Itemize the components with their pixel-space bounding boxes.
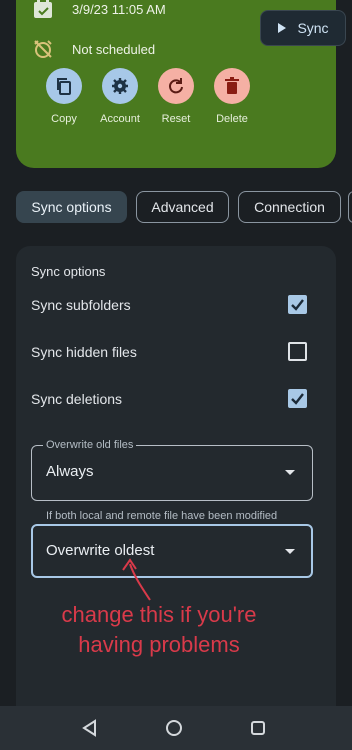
app-screen: 3/9/23 11:05 AM Not scheduled Sync Copy: [0, 0, 352, 750]
tab-bar: Sync options Advanced Connection: [0, 191, 352, 223]
tab-advanced[interactable]: Advanced: [136, 191, 229, 223]
option-sync-hidden-files: Sync hidden files: [31, 344, 137, 360]
overwrite-label: Overwrite old files: [43, 439, 137, 452]
system-nav-bar: [0, 706, 352, 750]
copy-label: Copy: [51, 113, 77, 125]
calendar-check-icon: [34, 0, 52, 18]
sync-deletions-checkbox[interactable]: [288, 389, 307, 408]
annotation-arrow: [122, 558, 151, 601]
action-row: Copy Account Reset Delete: [46, 68, 250, 125]
annotation-text: change this if you're having problems: [34, 600, 284, 660]
check-icon: [291, 393, 304, 405]
option-sync-deletions: Sync deletions: [31, 391, 123, 407]
alarm-off-icon: [34, 40, 52, 58]
annotation-line-1: change this if you're: [61, 602, 257, 627]
delete-label: Delete: [216, 113, 248, 125]
check-icon: [291, 299, 304, 311]
option-sync-subfolders: Sync subfolders: [31, 297, 131, 313]
delete-action[interactable]: Delete: [214, 68, 250, 125]
back-icon[interactable]: [80, 718, 100, 738]
overwrite-value: Always: [46, 463, 94, 480]
reset-action[interactable]: Reset: [158, 68, 194, 125]
sync-button[interactable]: Sync: [260, 10, 346, 46]
last-sync-time: 3/9/23 11:05 AM: [72, 1, 166, 17]
tab-partial-right[interactable]: [348, 191, 352, 223]
sync-subfolders-checkbox[interactable]: [288, 295, 307, 314]
trash-icon[interactable]: [214, 68, 250, 104]
schedule-status: Not scheduled: [72, 41, 156, 57]
reset-label: Reset: [161, 113, 191, 125]
overwrite-old-files-dropdown[interactable]: Overwrite old files Always: [31, 439, 313, 501]
conflict-value: Overwrite oldest: [46, 542, 155, 559]
last-sync-row: 3/9/23 11:05 AM: [32, 0, 166, 20]
gear-icon[interactable]: [102, 68, 138, 104]
copy-icon[interactable]: [46, 68, 82, 104]
schedule-row: Not scheduled: [32, 38, 155, 60]
recents-icon[interactable]: [248, 718, 268, 738]
tab-connection[interactable]: Connection: [238, 191, 341, 223]
panel-title: Sync options: [31, 264, 106, 279]
account-action[interactable]: Account: [100, 68, 140, 125]
copy-action[interactable]: Copy: [46, 68, 82, 125]
sync-hidden-files-checkbox[interactable]: [288, 342, 307, 361]
conflict-label: If both local and remote file have been …: [43, 510, 293, 523]
dropdown-arrow-icon: [285, 470, 295, 475]
reset-icon[interactable]: [158, 68, 194, 104]
dropdown-arrow-icon: [285, 549, 295, 554]
account-label: Account: [100, 113, 140, 125]
play-icon: [278, 23, 287, 33]
sync-status-card: 3/9/23 11:05 AM Not scheduled Sync Copy: [16, 0, 346, 168]
annotation-line-2: having problems: [78, 632, 240, 657]
home-icon[interactable]: [164, 718, 184, 738]
sync-button-label: Sync: [297, 20, 329, 36]
conflict-resolution-dropdown[interactable]: If both local and remote file have been …: [31, 510, 313, 578]
tab-sync-options[interactable]: Sync options: [16, 191, 127, 223]
